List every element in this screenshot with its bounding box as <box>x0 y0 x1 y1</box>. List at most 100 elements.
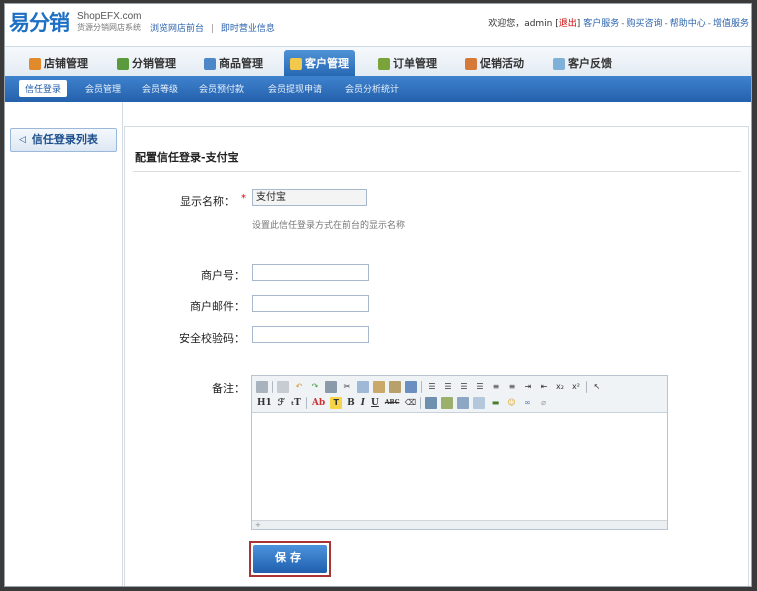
top-bar: 易分销 ShopEFX.com 货源分销网店系统 浏览网店前台 | 即时营业信息… <box>5 4 751 46</box>
security-code-input[interactable] <box>252 326 369 343</box>
emoticon-icon[interactable]: ☺ <box>505 397 517 409</box>
sub-nav: 信任登录 会员管理 会员等级 会员预付款 会员提现申请 会员分析统计 <box>5 76 751 102</box>
tab-label: 客户反馈 <box>568 56 612 70</box>
outdent-icon[interactable]: ⇤ <box>538 381 550 393</box>
tab-orders[interactable]: 订单管理 <box>378 50 437 77</box>
toolbar-row: H1 ℱ ₜT Ab T B I U ABC ⌫ ▬ ☺ ∞ ⌀ <box>256 395 549 410</box>
flash-icon[interactable] <box>441 396 454 409</box>
subscript-icon[interactable]: x₂ <box>554 381 566 393</box>
fullscreen-icon[interactable] <box>277 380 289 393</box>
house-icon <box>29 57 41 70</box>
promo-icon <box>465 57 477 70</box>
logo-subtitle: ShopEFX.com 货源分销网店系统 <box>77 11 141 33</box>
back-to-list-button[interactable]: ◁ 信任登录列表 <box>10 128 117 152</box>
user-bar: 欢迎您，admin [退出] 客户服务 - 购买咨询 - 帮助中心 - 增值服务 <box>488 16 749 29</box>
italic-icon[interactable]: I <box>360 397 366 409</box>
back-label: 信任登录列表 <box>31 133 98 146</box>
align-right-icon[interactable]: ☰ <box>458 381 470 393</box>
ordered-list-icon[interactable]: ≡ <box>490 381 502 393</box>
align-left-icon[interactable]: ☰ <box>426 381 438 393</box>
merchant-id-label: 商户号： <box>201 269 245 282</box>
source-icon[interactable] <box>256 380 268 393</box>
tab-store[interactable]: 店铺管理 <box>29 50 88 77</box>
indent-icon[interactable]: ⇥ <box>522 381 534 393</box>
unordered-list-icon[interactable]: ≡ <box>506 381 518 393</box>
editor-content-area[interactable] <box>252 413 667 520</box>
toolbar-divider <box>420 396 422 409</box>
tab-distribution[interactable]: 分销管理 <box>117 50 176 77</box>
heading-icon[interactable]: H1 <box>256 397 273 409</box>
rich-text-editor: ↶ ↷ ✂ ☰ ☰ ☰ ☰ ≡ ≡ ⇥ ⇤ x₂ x² ↖ H1 ℱ ₜT Ab… <box>251 375 668 530</box>
underline-icon[interactable]: U <box>370 397 380 409</box>
link-value-added[interactable]: 增值服务 <box>713 19 749 29</box>
remark-label: 备注： <box>212 382 245 395</box>
security-code-label: 安全校验码： <box>179 332 245 345</box>
main-nav: 店铺管理 分销管理 商品管理 客户管理 订单管理 促销活动 客户反馈 <box>5 46 751 77</box>
link-instant-info[interactable]: 即时营业信息 <box>221 24 275 34</box>
form-panel: 配置信任登录-支付宝 显示名称： * 支付宝 设置此信任登录方式在前台的显示名称… <box>124 126 749 586</box>
goods-icon <box>204 57 216 70</box>
link-purchase-inquiry[interactable]: 购买咨询 <box>626 19 662 29</box>
logo-text: 易分销 <box>9 11 70 35</box>
display-name-hint: 设置此信任登录方式在前台的显示名称 <box>252 221 406 231</box>
toolbar-divider <box>272 380 273 393</box>
unlink-icon[interactable]: ⌀ <box>537 397 549 409</box>
save-button[interactable]: 保存 <box>253 545 327 573</box>
bold-icon[interactable]: B <box>346 397 356 409</box>
link-icon[interactable]: ∞ <box>521 397 533 409</box>
link-help-center[interactable]: 帮助中心 <box>670 19 706 29</box>
font-size-icon[interactable]: ₜT <box>290 397 302 409</box>
highlight-icon[interactable]: T <box>330 396 343 409</box>
align-center-icon[interactable]: ☰ <box>442 381 454 393</box>
divider: - <box>664 19 668 29</box>
font-color-icon[interactable]: Ab <box>311 397 326 409</box>
select-all-icon[interactable]: ↖ <box>591 381 603 393</box>
copy-icon[interactable] <box>357 380 369 393</box>
tab-label: 商品管理 <box>219 56 263 70</box>
subtab-members[interactable]: 会员管理 <box>85 82 121 95</box>
subtab-member-stats[interactable]: 会员分析统计 <box>345 82 399 95</box>
link-browse-store[interactable]: 浏览网店前台 <box>150 24 204 34</box>
superscript-icon[interactable]: x² <box>570 381 582 393</box>
display-name-input[interactable]: 支付宝 <box>252 189 367 206</box>
remove-format-icon[interactable]: ⌫ <box>404 397 416 409</box>
logo: 易分销 <box>9 8 73 38</box>
print-icon[interactable] <box>325 380 337 393</box>
merchant-email-input[interactable] <box>252 295 369 312</box>
media-icon[interactable] <box>457 396 470 409</box>
tab-promotion[interactable]: 促销活动 <box>465 50 524 77</box>
undo-icon[interactable]: ↶ <box>293 381 305 393</box>
tab-label: 订单管理 <box>393 56 437 70</box>
paste-icon[interactable] <box>373 380 385 393</box>
divider: - <box>621 19 625 29</box>
subtab-member-prepay[interactable]: 会员预付款 <box>199 82 244 95</box>
editor-toolbar: ↶ ↷ ✂ ☰ ☰ ☰ ☰ ≡ ≡ ⇥ ⇤ x₂ x² ↖ H1 ℱ ₜT Ab… <box>252 376 667 413</box>
tab-label: 客户管理 <box>305 56 349 70</box>
order-icon <box>378 57 390 70</box>
people-icon <box>117 57 129 70</box>
hr-icon[interactable]: ▬ <box>489 397 501 409</box>
toolbar-row: ↶ ↷ ✂ ☰ ☰ ☰ ☰ ≡ ≡ ⇥ ⇤ x₂ x² ↖ <box>256 379 603 394</box>
table-icon[interactable] <box>473 396 486 409</box>
font-family-icon[interactable]: ℱ <box>277 397 286 409</box>
image-icon[interactable] <box>425 396 438 409</box>
logout-link[interactable]: 退出 <box>559 19 577 29</box>
paste-word-icon[interactable] <box>405 380 417 393</box>
merchant-id-input[interactable] <box>252 264 369 281</box>
tab-goods[interactable]: 商品管理 <box>204 50 263 77</box>
paste-text-icon[interactable] <box>389 380 401 393</box>
redo-icon[interactable]: ↷ <box>309 381 321 393</box>
align-justify-icon[interactable]: ☰ <box>474 381 486 393</box>
subtab-withdraw[interactable]: 会员提现申请 <box>268 82 322 95</box>
subtab-trusted-login[interactable]: 信任登录 <box>19 80 68 97</box>
strikethrough-icon[interactable]: ABC <box>384 397 401 409</box>
editor-resize-bar[interactable]: + <box>252 520 667 529</box>
link-customer-service[interactable]: 客户服务 <box>583 19 619 29</box>
subtab-member-levels[interactable]: 会员等级 <box>142 82 178 95</box>
tab-feedback[interactable]: 客户反馈 <box>553 50 612 77</box>
tab-customer[interactable]: 客户管理 <box>284 50 355 77</box>
customer-icon <box>290 57 302 70</box>
triangle-left-icon: ◁ <box>19 135 26 145</box>
app-frame: 易分销 ShopEFX.com 货源分销网店系统 浏览网店前台 | 即时营业信息… <box>4 3 752 587</box>
cut-icon[interactable]: ✂ <box>341 381 353 393</box>
